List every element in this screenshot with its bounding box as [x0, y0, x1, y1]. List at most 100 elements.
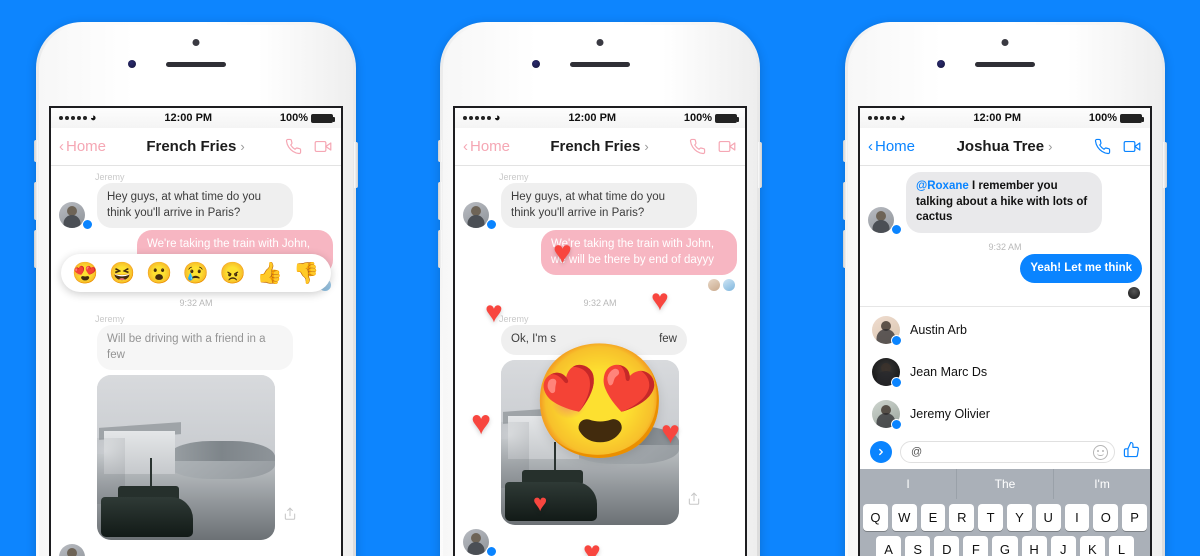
sender-name: Jeremy: [95, 172, 125, 182]
status-time: 12:00 PM: [164, 112, 213, 124]
sad-emoji[interactable]: 😢: [183, 263, 209, 284]
avatar-wrap: [59, 544, 91, 556]
message-bubble[interactable]: Will be driving with a friend in a few: [97, 325, 293, 371]
wow-emoji[interactable]: 😮: [146, 263, 172, 284]
power-button[interactable]: [354, 142, 358, 188]
conversation-title-text: Joshua Tree: [956, 138, 1045, 155]
navigation-bar: ‹ Home French Fries ›: [51, 128, 341, 166]
reaction-picker-bar[interactable]: 😍 😆 😮 😢 😠 👍 👎: [61, 254, 331, 292]
key-f[interactable]: F: [963, 536, 989, 556]
battery-icon: [715, 113, 739, 123]
prediction-1[interactable]: I: [860, 469, 957, 500]
key-q[interactable]: Q: [863, 504, 888, 532]
send-chevron-icon[interactable]: [870, 441, 892, 464]
key-t[interactable]: T: [978, 504, 1003, 532]
message-bubble[interactable]: We're taking the train with John, we wil…: [541, 230, 737, 276]
key-w[interactable]: W: [891, 504, 917, 532]
volume-up-button[interactable]: [438, 182, 442, 220]
back-to-home-button[interactable]: ‹ Home: [463, 138, 510, 155]
sender-name: Jeremy: [499, 314, 529, 325]
video-camera-icon[interactable]: [313, 138, 333, 155]
front-camera-icon: [1001, 39, 1009, 46]
heart-eyes-emoji[interactable]: 😍: [72, 263, 98, 284]
share-icon[interactable]: [687, 492, 701, 511]
back-label: Home: [66, 138, 107, 155]
front-camera-icon: [596, 39, 604, 46]
message-input-field[interactable]: @: [900, 441, 1115, 464]
conversation-title[interactable]: Joshua Tree ›: [957, 138, 1053, 155]
key-i[interactable]: I: [1064, 504, 1090, 532]
laughing-emoji[interactable]: 😆: [109, 263, 135, 284]
conversation-title[interactable]: French Fries ›: [550, 138, 648, 155]
message-bubble[interactable]: Yeah! Let me think: [1020, 253, 1142, 284]
key-g[interactable]: G: [992, 536, 1018, 556]
conversation-title[interactable]: French Fries ›: [146, 138, 244, 155]
back-to-home-button[interactable]: ‹ Home: [59, 138, 106, 155]
avatar-wrap: [463, 202, 497, 231]
volume-up-button[interactable]: [843, 182, 847, 220]
avatar-wrap: [868, 206, 902, 235]
smiley-icon[interactable]: [1093, 444, 1108, 460]
silent-switch[interactable]: [843, 140, 847, 162]
silent-switch[interactable]: [34, 140, 38, 162]
contact-list-item[interactable]: Jean Marc Ds: [860, 351, 1150, 393]
proximity-sensor-icon: [128, 60, 136, 68]
key-d[interactable]: D: [934, 536, 960, 556]
phone-call-icon[interactable]: [689, 138, 706, 155]
message-bubble[interactable]: Hey guys, at what time do you think you'…: [97, 183, 293, 229]
angry-emoji[interactable]: 😠: [220, 263, 246, 284]
key-a[interactable]: A: [876, 536, 902, 556]
message-row-incoming: Hey guys, at what time do you think you'…: [51, 183, 341, 231]
power-button[interactable]: [1163, 142, 1167, 188]
key-o[interactable]: O: [1093, 504, 1119, 532]
phone-call-icon[interactable]: [1094, 138, 1111, 155]
key-k[interactable]: K: [1079, 536, 1105, 556]
chevron-left-icon: ‹: [59, 138, 64, 155]
key-r[interactable]: R: [949, 504, 975, 532]
status-time: 12:00 PM: [973, 112, 1022, 124]
volume-down-button[interactable]: [438, 230, 442, 268]
volume-down-button[interactable]: [34, 230, 38, 268]
status-right: 100%: [684, 112, 739, 124]
key-p[interactable]: P: [1122, 504, 1147, 532]
phone-call-icon[interactable]: [285, 138, 302, 155]
thumbs-up-emoji[interactable]: 👍: [257, 263, 283, 284]
key-l[interactable]: L: [1108, 536, 1134, 556]
avatar[interactable]: [59, 544, 85, 556]
message-bubble[interactable]: @Roxane I remember you talking about a h…: [906, 172, 1102, 233]
seen-by-avatars: [860, 287, 1150, 300]
volume-up-button[interactable]: [34, 182, 38, 220]
message-row-incoming: Hey guys, at what time do you think you'…: [455, 183, 745, 231]
key-s[interactable]: S: [905, 536, 931, 556]
video-camera-icon[interactable]: [717, 138, 737, 155]
message-row-hidden: Will be driving with a friend in a few: [51, 325, 341, 372]
photo-attachment[interactable]: [97, 375, 275, 541]
earpiece-speaker: [166, 62, 226, 67]
key-h[interactable]: H: [1021, 536, 1047, 556]
message-bubble[interactable]: Hey guys, at what time do you think you'…: [501, 183, 697, 229]
back-to-home-button[interactable]: ‹ Home: [868, 138, 915, 155]
sender-name: Jeremy: [95, 314, 125, 325]
power-button[interactable]: [758, 142, 762, 188]
battery-icon: [311, 113, 335, 123]
video-camera-icon[interactable]: [1122, 138, 1142, 155]
seen-avatar: [1128, 287, 1140, 300]
thumbs-up-icon[interactable]: [1123, 441, 1140, 463]
key-j[interactable]: J: [1050, 536, 1076, 556]
thumbs-down-emoji[interactable]: 👎: [293, 263, 319, 284]
volume-down-button[interactable]: [843, 230, 847, 268]
contact-list-item[interactable]: Austin Arb: [860, 309, 1150, 351]
prediction-2[interactable]: The: [957, 469, 1054, 500]
message-row-incoming: @Roxane I remember you talking about a h…: [860, 166, 1150, 235]
key-y[interactable]: Y: [1007, 504, 1032, 532]
mention-tag[interactable]: @Roxane: [916, 180, 969, 192]
share-icon[interactable]: [283, 507, 297, 526]
key-e[interactable]: E: [920, 504, 946, 532]
silent-switch[interactable]: [438, 140, 442, 162]
contact-list-item[interactable]: Jeremy Olivier: [860, 393, 1150, 435]
prediction-3[interactable]: I'm: [1054, 469, 1150, 499]
wifi-icon: ◕: [90, 111, 97, 124]
signal-dots-icon: [463, 116, 491, 120]
key-u[interactable]: U: [1035, 504, 1061, 532]
conversation-area: Jeremy Hey guys, at what time do you thi…: [51, 166, 341, 556]
